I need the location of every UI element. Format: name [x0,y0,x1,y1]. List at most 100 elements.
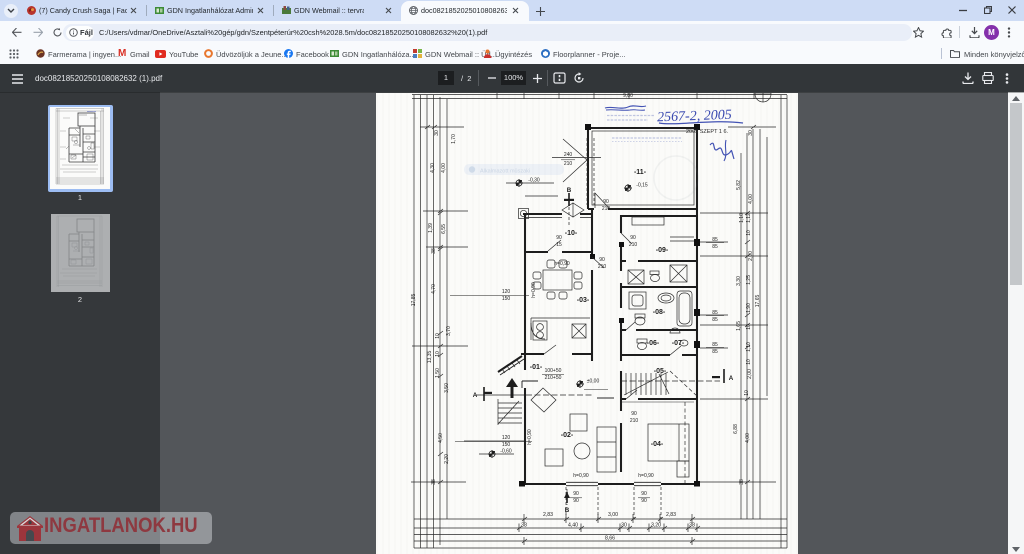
svg-text:90: 90 [631,411,637,417]
svg-text:10: 10 [435,351,441,357]
svg-text:4,40: 4,40 [568,523,578,529]
svg-text:4,70: 4,70 [431,284,437,294]
svg-text:h=0,90: h=0,90 [638,473,654,479]
svg-text:-09-: -09- [656,247,669,254]
svg-text:210: 210 [629,242,638,248]
svg-text:1,10: 1,10 [746,342,752,352]
svg-text:h=0,90: h=0,90 [527,429,533,445]
svg-text:-06-: -06- [647,340,660,347]
svg-text:1,10: 1,10 [739,213,745,223]
svg-text:1,39: 1,39 [428,223,434,233]
svg-text:17,85: 17,85 [411,294,417,307]
svg-text:-03-: -03- [577,297,590,304]
svg-text:210: 210 [564,161,573,167]
svg-text:90: 90 [641,491,647,497]
svg-text:85: 85 [712,237,718,243]
svg-text:-04-: -04- [651,441,664,448]
svg-text:10: 10 [744,390,750,396]
svg-text:210+50: 210+50 [545,375,562,381]
svg-text:A: A [473,392,478,399]
svg-text:150: 150 [502,296,511,302]
svg-text:-0,30: -0,30 [528,178,540,184]
svg-text:85: 85 [712,349,718,355]
svg-text:1,90: 1,90 [746,303,752,313]
svg-text:90: 90 [630,235,636,241]
svg-text:150: 150 [502,442,511,448]
svg-text:30: 30 [434,130,440,136]
svg-text:1,25: 1,25 [746,275,752,285]
svg-text:38: 38 [689,523,695,529]
svg-text:4,00: 4,00 [441,163,447,173]
svg-text:10: 10 [746,230,752,236]
svg-text:38: 38 [431,248,437,254]
svg-text:90: 90 [573,498,579,504]
svg-text:210: 210 [602,206,611,212]
svg-text:90: 90 [603,199,609,205]
svg-text:38: 38 [521,523,527,529]
svg-text:30: 30 [748,130,754,136]
svg-text:30: 30 [621,523,627,529]
svg-text:90: 90 [641,498,647,504]
svg-text:85: 85 [712,310,718,316]
svg-text:10: 10 [746,359,752,365]
svg-text:4,00: 4,00 [745,433,751,443]
svg-text:2567-2, 2005: 2567-2, 2005 [657,108,732,126]
svg-text:3,20: 3,20 [651,523,661,529]
svg-text:-10-: -10- [565,230,578,237]
svg-text:h=0,90: h=0,90 [531,282,537,298]
svg-text:85: 85 [712,317,718,323]
svg-text:15: 15 [556,242,562,248]
svg-text:B: B [565,507,570,514]
svg-text:17,65: 17,65 [755,295,761,308]
svg-text:38: 38 [431,479,437,485]
svg-text:A: A [729,375,734,382]
svg-text:-07-: -07- [672,340,685,347]
svg-text:120: 120 [502,435,511,441]
svg-text:5,82: 5,82 [736,180,742,190]
svg-text:-05-: -05- [654,368,667,375]
svg-text:210: 210 [598,264,607,270]
svg-text:4,00: 4,00 [748,194,754,204]
svg-text:90: 90 [556,235,562,241]
svg-text:2,83: 2,83 [666,512,676,518]
svg-text:3,30: 3,30 [736,276,742,286]
svg-text:10: 10 [746,324,752,330]
svg-text:120: 120 [502,289,511,295]
svg-text:6,88: 6,88 [733,424,739,434]
svg-text:2,20: 2,20 [444,454,450,464]
svg-text:240: 240 [564,152,573,158]
svg-text:10: 10 [435,333,441,339]
svg-text:-02-: -02- [561,432,574,439]
svg-text:h=0,90: h=0,90 [554,261,570,267]
svg-text:±0,00: ±0,00 [587,379,600,385]
svg-text:85: 85 [712,342,718,348]
svg-text:8,66: 8,66 [605,536,615,542]
svg-text:9,80: 9,80 [623,93,633,99]
svg-text:Alkalmazott mûszaki: Alkalmazott mûszaki [480,169,530,175]
svg-text:1,65: 1,65 [736,321,742,331]
svg-text:6,55: 6,55 [441,224,447,234]
svg-text:h=0,90: h=0,90 [573,473,589,479]
svg-text:-0,15: -0,15 [636,183,648,189]
svg-text:-11-: -11- [634,169,647,176]
svg-text:90: 90 [573,491,579,497]
svg-text:4,30: 4,30 [430,163,436,173]
svg-text:1,70: 1,70 [451,134,457,144]
svg-text:2,00: 2,00 [747,369,753,379]
svg-text:210: 210 [630,418,639,424]
svg-text:100+50: 100+50 [545,368,562,374]
svg-text:3,00: 3,00 [608,512,618,518]
svg-text:3,50: 3,50 [444,383,450,393]
svg-text:2,00: 2,00 [748,251,754,261]
svg-text:13,35: 13,35 [427,351,433,364]
svg-text:B: B [567,187,572,194]
svg-text:-01-: -01- [530,364,543,371]
svg-text:1,50: 1,50 [435,368,441,378]
svg-text:38: 38 [739,479,745,485]
svg-text:2,83: 2,83 [543,512,553,518]
svg-text:-0,60: -0,60 [500,449,512,455]
svg-text:2005 SZEPT 1 6.: 2005 SZEPT 1 6. [686,129,729,135]
svg-text:90: 90 [599,257,605,263]
svg-text:3,70: 3,70 [446,326,452,336]
svg-text:1,12: 1,12 [746,213,752,223]
